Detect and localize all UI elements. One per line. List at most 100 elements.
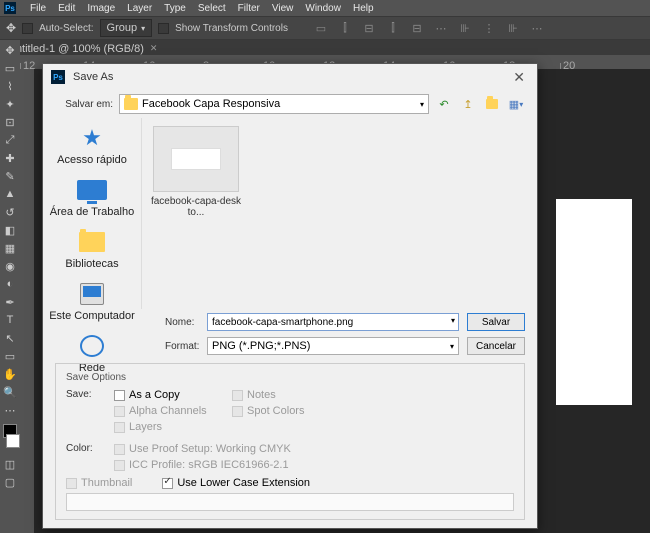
as-copy-checkbox[interactable]: [114, 390, 125, 401]
document-title: Untitled-1 @ 100% (RGB/8): [8, 43, 144, 55]
lasso-tool[interactable]: ⌇: [2, 78, 18, 94]
place-label: Área de Trabalho: [50, 206, 134, 218]
proof-label: Use Proof Setup: Working CMYK: [129, 443, 291, 455]
eyedropper-tool[interactable]: ⤢: [2, 132, 18, 148]
notes-label: Notes: [247, 389, 276, 401]
stamp-tool[interactable]: ▲: [2, 186, 18, 202]
hand-tool[interactable]: ✋: [2, 366, 18, 382]
type-tool[interactable]: T: [2, 312, 18, 328]
history-tool[interactable]: ↺: [2, 204, 18, 220]
folder-name: Facebook Capa Responsiva: [142, 98, 280, 110]
brush-tool[interactable]: ✎: [2, 168, 18, 184]
ruler-vertical: [20, 69, 34, 533]
dialog-app-icon: Ps: [51, 70, 65, 84]
align-icon[interactable]: ▭: [312, 19, 330, 37]
file-item[interactable]: facebook-capa-deskto...: [150, 126, 242, 218]
menu-type[interactable]: Type: [164, 3, 186, 14]
place-label: Bibliotecas: [65, 258, 118, 270]
place-quick-access[interactable]: ★ Acesso rápido: [57, 124, 127, 166]
move-tool[interactable]: ✥: [2, 42, 18, 58]
menu-edit[interactable]: Edit: [58, 3, 75, 14]
spot-label: Spot Colors: [247, 405, 304, 417]
distribute-icon[interactable]: ⊪: [456, 19, 474, 37]
marquee-tool[interactable]: ▭: [2, 60, 18, 76]
options-bar: ✥ Auto-Select: Group▾ Show Transform Con…: [0, 16, 650, 40]
close-icon[interactable]: ✕: [509, 69, 529, 86]
menu-help[interactable]: Help: [353, 3, 374, 14]
lowercase-checkbox[interactable]: [162, 478, 173, 489]
place-desktop[interactable]: Área de Trabalho: [50, 176, 134, 218]
menu-image[interactable]: Image: [87, 3, 115, 14]
save-options-title: Save Options: [66, 372, 514, 383]
show-transform-label: Show Transform Controls: [175, 23, 288, 34]
notes-checkbox: [232, 390, 243, 401]
shape-tool[interactable]: ▭: [2, 348, 18, 364]
more-icon[interactable]: ⋯: [528, 19, 546, 37]
icc-label: ICC Profile: sRGB IEC61966-2.1: [129, 459, 289, 471]
menu-window[interactable]: Window: [305, 3, 341, 14]
chevron-down-icon: ▾: [450, 342, 454, 351]
name-label: Nome:: [165, 317, 201, 328]
alpha-checkbox: [114, 406, 125, 417]
zoom-tool[interactable]: 🔍: [2, 384, 18, 400]
tools-panel: ✥ ▭ ⌇ ✦ ⊡ ⤢ ✚ ✎ ▲ ↺ ◧ ▦ ◉ ◐ ✒ T ↖ ▭ ✋ 🔍 …: [0, 40, 20, 533]
place-libraries[interactable]: Bibliotecas: [65, 228, 118, 270]
show-transform-checkbox[interactable]: [158, 23, 169, 34]
filename-input[interactable]: [207, 313, 459, 331]
eraser-tool[interactable]: ◧: [2, 222, 18, 238]
menu-filter[interactable]: Filter: [238, 3, 260, 14]
cancel-button[interactable]: Cancelar: [467, 337, 525, 355]
proof-checkbox: [114, 444, 125, 455]
file-thumbnail: [153, 126, 239, 192]
back-button[interactable]: ↶: [435, 95, 453, 113]
folder-dropdown[interactable]: Facebook Capa Responsiva ▾: [119, 94, 429, 114]
thumbnail-checkbox: [66, 478, 77, 489]
auto-select-checkbox[interactable]: [22, 23, 33, 34]
file-list[interactable]: facebook-capa-deskto...: [141, 118, 537, 309]
align-icon[interactable]: ⋯: [432, 19, 450, 37]
icc-checkbox: [114, 460, 125, 471]
auto-select-dropdown[interactable]: Group▾: [100, 19, 153, 37]
align-icon[interactable]: ⊟: [360, 19, 378, 37]
view-menu-button[interactable]: ▦▾: [507, 95, 525, 113]
pen-tool[interactable]: ✒: [2, 294, 18, 310]
quickmask-icon[interactable]: ◫: [2, 456, 18, 472]
distribute-icon[interactable]: ⊪: [504, 19, 522, 37]
up-button[interactable]: ↥: [459, 95, 477, 113]
align-icon[interactable]: ⫿: [336, 19, 354, 37]
close-tab-icon[interactable]: ✕: [150, 43, 158, 54]
path-tool[interactable]: ↖: [2, 330, 18, 346]
blur-tool[interactable]: ◉: [2, 258, 18, 274]
new-folder-button[interactable]: [483, 95, 501, 113]
menu-layer[interactable]: Layer: [127, 3, 152, 14]
wand-tool[interactable]: ✦: [2, 96, 18, 112]
dialog-titlebar: Ps Save As ✕: [43, 64, 537, 90]
align-icon[interactable]: ⫿: [384, 19, 402, 37]
dodge-tool[interactable]: ◐: [2, 276, 18, 292]
background-color[interactable]: [6, 434, 20, 448]
as-copy-label: As a Copy: [129, 389, 180, 401]
chevron-down-icon[interactable]: ▾: [451, 316, 455, 325]
app-logo: Ps: [4, 2, 16, 14]
gradient-tool[interactable]: ▦: [2, 240, 18, 256]
menu-file[interactable]: File: [30, 3, 46, 14]
healing-tool[interactable]: ✚: [2, 150, 18, 166]
format-label: Format:: [165, 341, 201, 352]
screenmode-icon[interactable]: ▢: [2, 474, 18, 490]
desktop-icon: [75, 176, 109, 204]
menu-select[interactable]: Select: [198, 3, 226, 14]
chevron-down-icon: ▾: [420, 100, 424, 109]
format-dropdown[interactable]: PNG (*.PNG;*.PNS) ▾: [207, 337, 459, 355]
auto-select-label: Auto-Select:: [39, 23, 93, 34]
save-in-label: Salvar em:: [55, 99, 113, 110]
more-tools[interactable]: ⋯: [2, 402, 18, 418]
layers-checkbox: [114, 422, 125, 433]
menu-view[interactable]: View: [272, 3, 294, 14]
crop-tool[interactable]: ⊡: [2, 114, 18, 130]
star-icon: ★: [75, 124, 109, 152]
distribute-icon[interactable]: ⋮: [480, 19, 498, 37]
align-icon[interactable]: ⊟: [408, 19, 426, 37]
artboard: [556, 199, 632, 405]
save-button[interactable]: Salvar: [467, 313, 525, 331]
spot-checkbox: [232, 406, 243, 417]
